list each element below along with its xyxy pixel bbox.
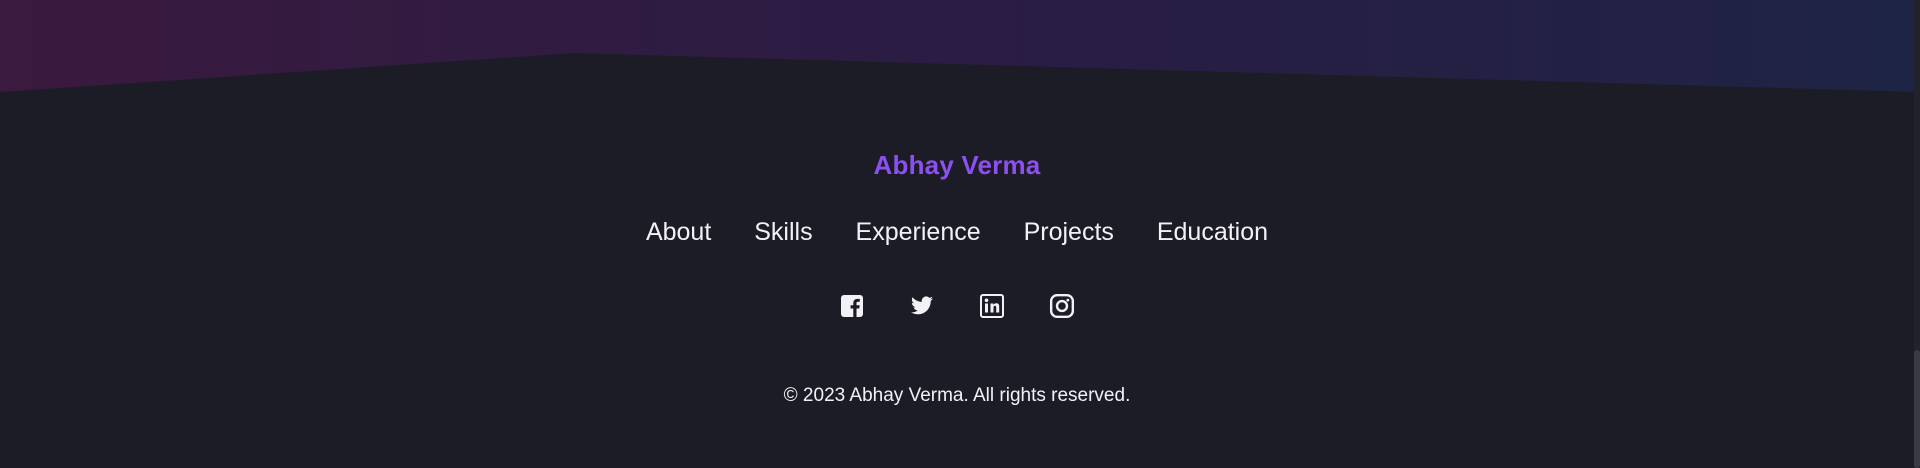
scrollbar-thumb[interactable]: [1914, 350, 1920, 468]
footer-brand-name: Abhay Verma: [873, 150, 1041, 180]
copyright-text: © 2023 Abhay Verma. All rights reserved.: [783, 385, 1131, 406]
footer-nav: About Skills Experience Projects Educati…: [0, 218, 1914, 247]
footer: Abhay Verma About Skills Experience Proj…: [0, 0, 1914, 468]
twitter-icon[interactable]: [908, 292, 936, 320]
footer-nav-experience[interactable]: Experience: [856, 218, 981, 246]
footer-nav-projects[interactable]: Projects: [1024, 218, 1114, 246]
linkedin-icon[interactable]: [978, 292, 1006, 320]
page: Abhay Verma About Skills Experience Proj…: [0, 0, 1920, 468]
facebook-icon[interactable]: [838, 292, 866, 320]
social-links: [0, 292, 1914, 320]
footer-nav-skills[interactable]: Skills: [754, 218, 812, 246]
instagram-icon[interactable]: [1048, 292, 1076, 320]
scrollbar-track[interactable]: [1914, 0, 1920, 468]
footer-nav-education[interactable]: Education: [1157, 218, 1268, 246]
footer-nav-about[interactable]: About: [646, 218, 711, 246]
